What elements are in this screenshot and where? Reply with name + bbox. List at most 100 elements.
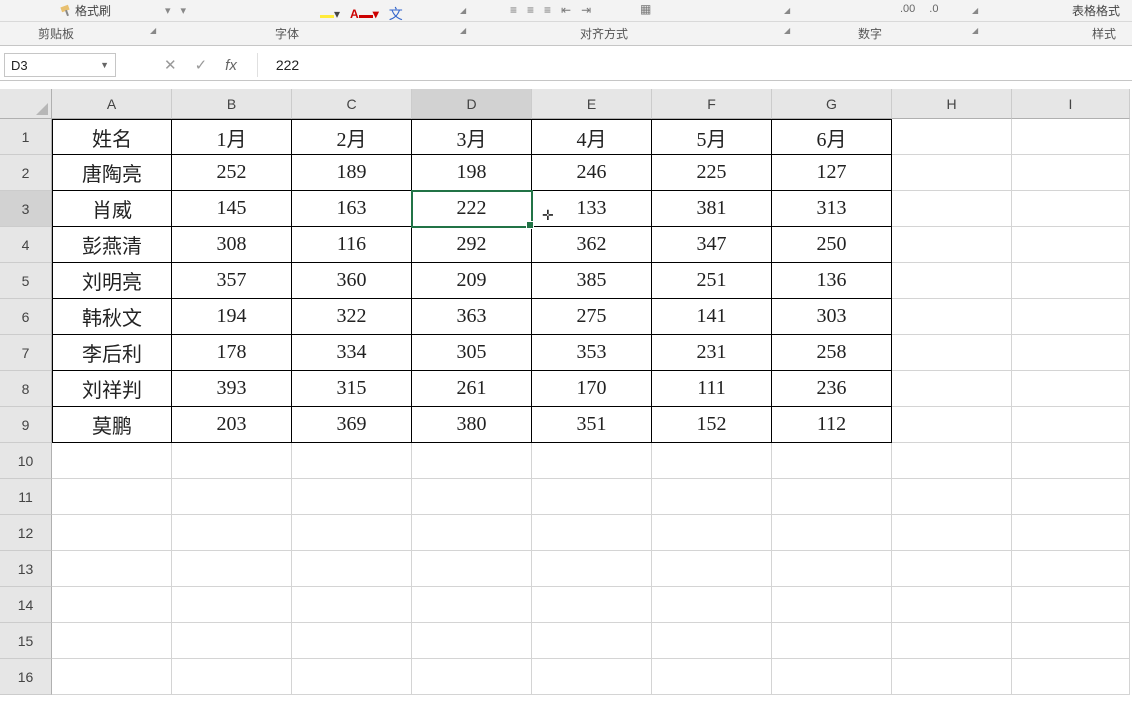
col-header-G[interactable]: G — [772, 89, 892, 119]
cell-G16[interactable] — [772, 659, 892, 695]
cell-G1[interactable]: 6月 — [772, 119, 892, 155]
cell-I2[interactable] — [1012, 155, 1130, 191]
cell-G7[interactable]: 258 — [772, 335, 892, 371]
cell-F12[interactable] — [652, 515, 772, 551]
cell-B9[interactable]: 203 — [172, 407, 292, 443]
row-header-12[interactable]: 12 — [0, 515, 52, 551]
cell-F1[interactable]: 5月 — [652, 119, 772, 155]
cell-I14[interactable] — [1012, 587, 1130, 623]
row-header-15[interactable]: 15 — [0, 623, 52, 659]
cell-I5[interactable] — [1012, 263, 1130, 299]
cell-H12[interactable] — [892, 515, 1012, 551]
align-left-icon[interactable]: ≡ — [510, 3, 517, 17]
cell-A10[interactable] — [52, 443, 172, 479]
cell-F8[interactable]: 111 — [652, 371, 772, 407]
table-styles-button[interactable]: 表格格式 — [1072, 2, 1120, 19]
cell-H5[interactable] — [892, 263, 1012, 299]
cell-H15[interactable] — [892, 623, 1012, 659]
cell-C12[interactable] — [292, 515, 412, 551]
align-dialog-launcher-icon[interactable]: ◢ — [784, 6, 790, 15]
cell-C11[interactable] — [292, 479, 412, 515]
cell-G10[interactable] — [772, 443, 892, 479]
cell-E7[interactable]: 353 — [532, 335, 652, 371]
cell-C8[interactable]: 315 — [292, 371, 412, 407]
cell-A16[interactable] — [52, 659, 172, 695]
cell-F7[interactable]: 231 — [652, 335, 772, 371]
cell-A7[interactable]: 李后利 — [52, 335, 172, 371]
merge-cells-button[interactable]: ▦ — [640, 2, 655, 16]
cell-A8[interactable]: 刘祥判 — [52, 371, 172, 407]
cell-D9[interactable]: 380 — [412, 407, 532, 443]
cell-H8[interactable] — [892, 371, 1012, 407]
cell-C1[interactable]: 2月 — [292, 119, 412, 155]
dropdown-icon[interactable]: ▾ — [181, 4, 187, 17]
cell-E12[interactable] — [532, 515, 652, 551]
cell-G6[interactable]: 303 — [772, 299, 892, 335]
row-header-13[interactable]: 13 — [0, 551, 52, 587]
cell-G8[interactable]: 236 — [772, 371, 892, 407]
cell-B10[interactable] — [172, 443, 292, 479]
cell-B14[interactable] — [172, 587, 292, 623]
clipboard-dialog-launcher-icon[interactable]: ◢ — [150, 26, 156, 35]
cell-G2[interactable]: 127 — [772, 155, 892, 191]
font-dialog-launcher-icon[interactable]: ◢ — [460, 6, 466, 15]
cell-B4[interactable]: 308 — [172, 227, 292, 263]
col-header-A[interactable]: A — [52, 89, 172, 119]
cell-E16[interactable] — [532, 659, 652, 695]
select-all-corner[interactable] — [0, 89, 52, 119]
cell-E2[interactable]: 246 — [532, 155, 652, 191]
phonetic-button[interactable]: 文 — [389, 4, 403, 24]
row-header-7[interactable]: 7 — [0, 335, 52, 371]
cell-I1[interactable] — [1012, 119, 1130, 155]
cell-H1[interactable] — [892, 119, 1012, 155]
alignment-group-dialog-launcher-icon[interactable]: ◢ — [784, 26, 790, 35]
cell-D3[interactable]: 222 — [412, 191, 532, 227]
cell-C6[interactable]: 322 — [292, 299, 412, 335]
cell-A13[interactable] — [52, 551, 172, 587]
align-center-icon[interactable]: ≡ — [527, 3, 534, 17]
cell-F13[interactable] — [652, 551, 772, 587]
cell-C13[interactable] — [292, 551, 412, 587]
number-dialog-launcher-icon[interactable]: ◢ — [972, 6, 978, 15]
cell-A2[interactable]: 唐陶亮 — [52, 155, 172, 191]
cell-E8[interactable]: 170 — [532, 371, 652, 407]
formula-input[interactable]: 222 — [257, 53, 1132, 77]
cell-H6[interactable] — [892, 299, 1012, 335]
cell-B16[interactable] — [172, 659, 292, 695]
name-box[interactable]: D3 ▼ — [4, 53, 116, 77]
indent-decrease-icon[interactable]: ⇤ — [561, 3, 571, 17]
cell-E13[interactable] — [532, 551, 652, 587]
cell-F16[interactable] — [652, 659, 772, 695]
font-color-button[interactable]: A▾ — [350, 7, 379, 21]
cell-I8[interactable] — [1012, 371, 1130, 407]
cell-C9[interactable]: 369 — [292, 407, 412, 443]
row-header-16[interactable]: 16 — [0, 659, 52, 695]
cell-A5[interactable]: 刘明亮 — [52, 263, 172, 299]
cell-G9[interactable]: 112 — [772, 407, 892, 443]
cell-C14[interactable] — [292, 587, 412, 623]
row-header-8[interactable]: 8 — [0, 371, 52, 407]
cell-C10[interactable] — [292, 443, 412, 479]
cell-F2[interactable]: 225 — [652, 155, 772, 191]
cell-E14[interactable] — [532, 587, 652, 623]
cell-C4[interactable]: 116 — [292, 227, 412, 263]
cell-I11[interactable] — [1012, 479, 1130, 515]
cell-H11[interactable] — [892, 479, 1012, 515]
cell-I10[interactable] — [1012, 443, 1130, 479]
dropdown-icon[interactable]: ▾ — [165, 4, 171, 17]
cell-G15[interactable] — [772, 623, 892, 659]
col-header-C[interactable]: C — [292, 89, 412, 119]
cell-F5[interactable]: 251 — [652, 263, 772, 299]
cell-B12[interactable] — [172, 515, 292, 551]
cell-I15[interactable] — [1012, 623, 1130, 659]
cell-B11[interactable] — [172, 479, 292, 515]
cell-A9[interactable]: 莫鹏 — [52, 407, 172, 443]
fill-color-button[interactable]: ▾ — [320, 7, 340, 21]
row-header-3[interactable]: 3 — [0, 191, 52, 227]
cell-H14[interactable] — [892, 587, 1012, 623]
cell-F15[interactable] — [652, 623, 772, 659]
row-header-11[interactable]: 11 — [0, 479, 52, 515]
col-header-H[interactable]: H — [892, 89, 1012, 119]
cell-B3[interactable]: 145 — [172, 191, 292, 227]
cell-E10[interactable] — [532, 443, 652, 479]
